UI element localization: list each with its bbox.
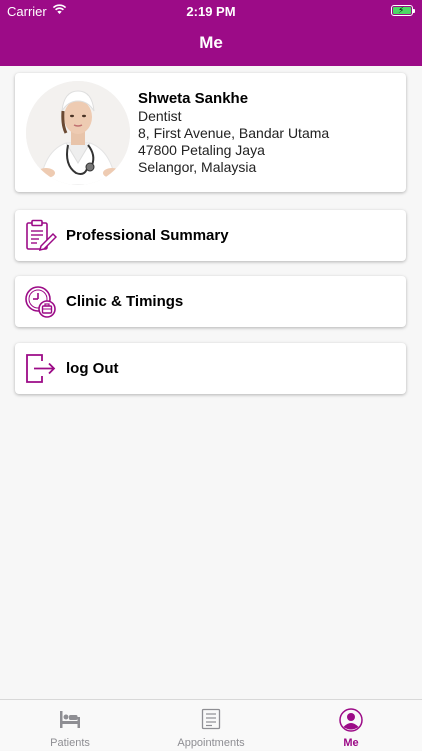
tab-appointments-label: Appointments [177, 737, 245, 749]
tab-appointments[interactable]: Appointments [141, 700, 281, 751]
profile-specialty: Dentist [138, 108, 182, 124]
tab-patients[interactable]: Patients [0, 700, 140, 751]
tab-patients-label: Patients [50, 737, 90, 749]
app-header: Carrier 2:19 PM ⚡ Me [0, 0, 422, 66]
calendar-page-icon [201, 708, 221, 730]
profile-name: Shweta Sankhe [138, 90, 249, 107]
person-icon [339, 708, 363, 732]
profile-address-line3: Selangor, Malaysia [138, 159, 257, 175]
profile-address-line2: 47800 Petaling Jaya [138, 142, 265, 158]
professional-summary-button[interactable]: Professional Summary [15, 210, 406, 261]
logout-icon [26, 354, 56, 383]
battery-icon: ⚡ [391, 5, 415, 16]
clipboard-edit-icon [26, 219, 57, 252]
clinic-timings-button[interactable]: Clinic & Timings [15, 276, 406, 327]
tab-me-label: Me [343, 737, 359, 749]
page-title: Me [199, 33, 223, 52]
logout-button[interactable]: log Out [15, 343, 406, 394]
status-bar: Carrier 2:19 PM ⚡ [0, 0, 422, 22]
bed-icon [60, 711, 80, 728]
logout-label: log Out [66, 360, 119, 377]
profile-info: Shweta Sankhe Dentist 8, First Avenue, B… [138, 90, 329, 176]
status-time: 2:19 PM [186, 4, 236, 19]
avatar [26, 81, 130, 185]
tab-me[interactable]: Me [281, 700, 421, 751]
professional-summary-label: Professional Summary [66, 227, 229, 244]
profile-address-line1: 8, First Avenue, Bandar Utama [138, 125, 330, 141]
doctor-photo [26, 81, 130, 185]
profile-card[interactable]: Shweta Sankhe Dentist 8, First Avenue, B… [15, 73, 406, 192]
clock-briefcase-icon [25, 286, 56, 318]
clinic-timings-label: Clinic & Timings [66, 293, 184, 310]
tab-bar: Patients Appointments Me [0, 699, 422, 750]
